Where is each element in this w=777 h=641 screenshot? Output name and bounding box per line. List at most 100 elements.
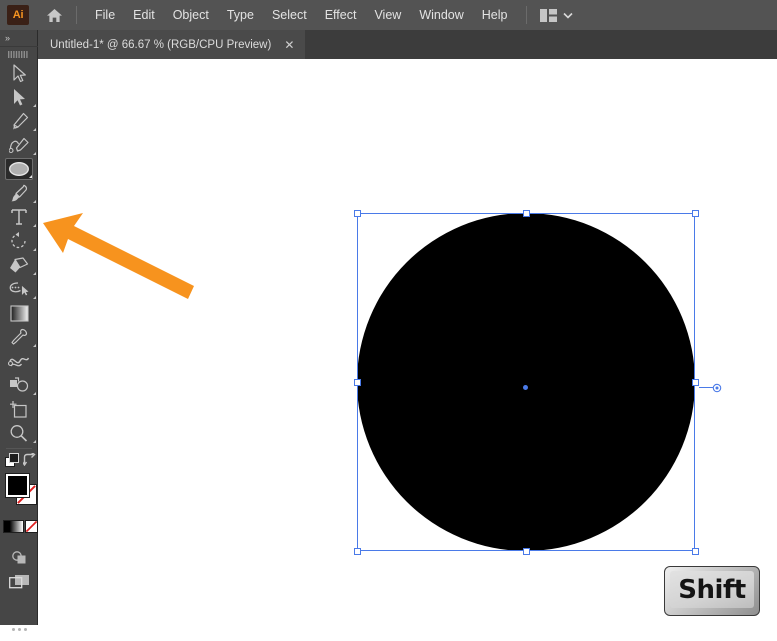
ellipsis-dot-3 — [23, 627, 27, 631]
none-slash-icon — [26, 521, 37, 532]
tool-blend[interactable] — [0, 349, 38, 373]
edit-toolbar-button[interactable] — [0, 617, 38, 641]
pen-tool-icon — [12, 112, 28, 130]
handle-middle-right[interactable] — [692, 379, 699, 386]
tool-curvature[interactable] — [0, 133, 38, 157]
tool-gradient[interactable] — [0, 301, 38, 325]
type-tool-icon — [11, 209, 27, 225]
tool-paintbrush[interactable] — [0, 181, 38, 205]
menu-item-list: File Edit Object Type Select Effect View… — [86, 0, 517, 30]
flyout-indicator — [33, 104, 36, 107]
handle-top-right[interactable] — [692, 210, 699, 217]
menu-item-object[interactable]: Object — [164, 0, 218, 30]
menu-item-file[interactable]: File — [86, 0, 124, 30]
tool-eyedropper[interactable] — [0, 325, 38, 349]
ellipsis-dot-2 — [17, 627, 21, 631]
handle-top-left[interactable] — [354, 210, 361, 217]
menu-item-select[interactable]: Select — [263, 0, 316, 30]
zoom-tool-icon — [10, 424, 28, 442]
flyout-indicator — [33, 152, 36, 155]
handle-middle-left[interactable] — [354, 379, 361, 386]
drawing-mode-button[interactable] — [0, 545, 38, 569]
document-tab[interactable]: Untitled-1* @ 66.67 % (RGB/CPU Preview) … — [36, 30, 306, 59]
fill-swatch[interactable] — [5, 473, 30, 498]
screen-mode-button[interactable] — [0, 569, 38, 593]
flyout-indicator — [29, 175, 32, 178]
drag-grip-icon — [7, 50, 28, 58]
close-icon[interactable]: ✕ — [284, 39, 294, 51]
flyout-indicator — [33, 344, 36, 347]
flyout-indicator — [33, 296, 36, 299]
default-fill-stroke-icon — [5, 453, 19, 467]
document-tab-bar: Untitled-1* @ 66.67 % (RGB/CPU Preview) … — [0, 30, 777, 59]
rotation-widget[interactable] — [699, 383, 723, 393]
swap-fill-stroke-button[interactable] — [21, 451, 36, 471]
flyout-indicator — [33, 272, 36, 275]
gradient-swatch[interactable] — [3, 520, 24, 533]
tool-direct-selection[interactable] — [0, 85, 38, 109]
tool-lasso[interactable] — [0, 277, 38, 301]
tools-panel-header[interactable]: » — [0, 30, 38, 47]
toolbar-divider — [5, 448, 32, 449]
shift-key-label: Shift — [678, 574, 746, 605]
menu-item-edit[interactable]: Edit — [124, 0, 164, 30]
default-fill-stroke-button[interactable] — [5, 453, 20, 473]
shift-key-graphic: Shift — [664, 566, 760, 616]
shape-builder-icon — [9, 377, 28, 392]
flyout-indicator — [33, 128, 36, 131]
tools-panel: » — [0, 30, 38, 631]
app-logo: Ai — [7, 5, 29, 25]
shift-key-face: Shift — [670, 571, 754, 608]
eraser-icon — [10, 256, 29, 272]
tools-panel-grip[interactable] — [0, 47, 37, 61]
ellipsis-dot-1 — [11, 627, 15, 631]
menubar-divider-right — [525, 6, 527, 24]
tool-eraser[interactable] — [0, 253, 38, 277]
pointer-arrow-annotation — [43, 213, 194, 299]
flyout-indicator — [33, 224, 36, 227]
home-icon — [46, 8, 62, 22]
tool-rotate[interactable] — [0, 229, 38, 253]
handle-bottom-right[interactable] — [692, 548, 699, 555]
document-canvas[interactable] — [39, 59, 777, 625]
fill-stroke-swatches — [0, 472, 38, 514]
workspace-switcher[interactable] — [539, 8, 573, 22]
tool-ellipse[interactable] — [0, 157, 38, 181]
tool-artboard[interactable] — [0, 397, 38, 421]
tool-selection[interactable] — [0, 61, 38, 85]
paintbrush-icon — [11, 184, 27, 201]
handle-top-center[interactable] — [523, 210, 530, 217]
direct-selection-arrow-icon — [14, 88, 25, 105]
gradient-tool-icon — [9, 304, 29, 322]
menu-item-type[interactable]: Type — [218, 0, 263, 30]
tool-zoom[interactable] — [0, 421, 38, 445]
toolbar-spacer-2 — [0, 593, 37, 617]
shape-center-point — [523, 385, 528, 390]
menu-item-effect[interactable]: Effect — [316, 0, 366, 30]
home-button[interactable] — [41, 2, 67, 28]
document-tab-title: Untitled-1* @ 66.67 % (RGB/CPU Preview) — [50, 38, 272, 51]
swap-fill-stroke-icon — [21, 451, 36, 467]
tool-pen[interactable] — [0, 109, 38, 133]
menu-item-window[interactable]: Window — [410, 0, 472, 30]
tool-type[interactable] — [0, 205, 38, 229]
handle-bottom-center[interactable] — [523, 548, 530, 555]
color-mode-swatches — [0, 519, 38, 535]
none-swatch[interactable] — [25, 520, 38, 533]
artboard-tool-icon — [10, 400, 27, 418]
screen-mode-icon — [8, 574, 29, 588]
handle-bottom-left[interactable] — [354, 548, 361, 555]
expand-panel-icon[interactable]: » — [5, 33, 10, 43]
lasso-tool-icon — [9, 281, 29, 295]
fill-stroke-controls-row — [0, 451, 38, 473]
tool-shape-builder[interactable] — [0, 373, 38, 397]
flyout-indicator — [33, 200, 36, 203]
blend-tool-icon — [8, 357, 30, 366]
menu-item-help[interactable]: Help — [473, 0, 517, 30]
ellipse-tool-icon — [9, 162, 29, 176]
menu-item-view[interactable]: View — [365, 0, 410, 30]
menu-bar: Ai File Edit Object Type Select Effect V… — [0, 0, 777, 30]
chevron-down-icon — [562, 12, 573, 19]
flyout-indicator — [33, 440, 36, 443]
